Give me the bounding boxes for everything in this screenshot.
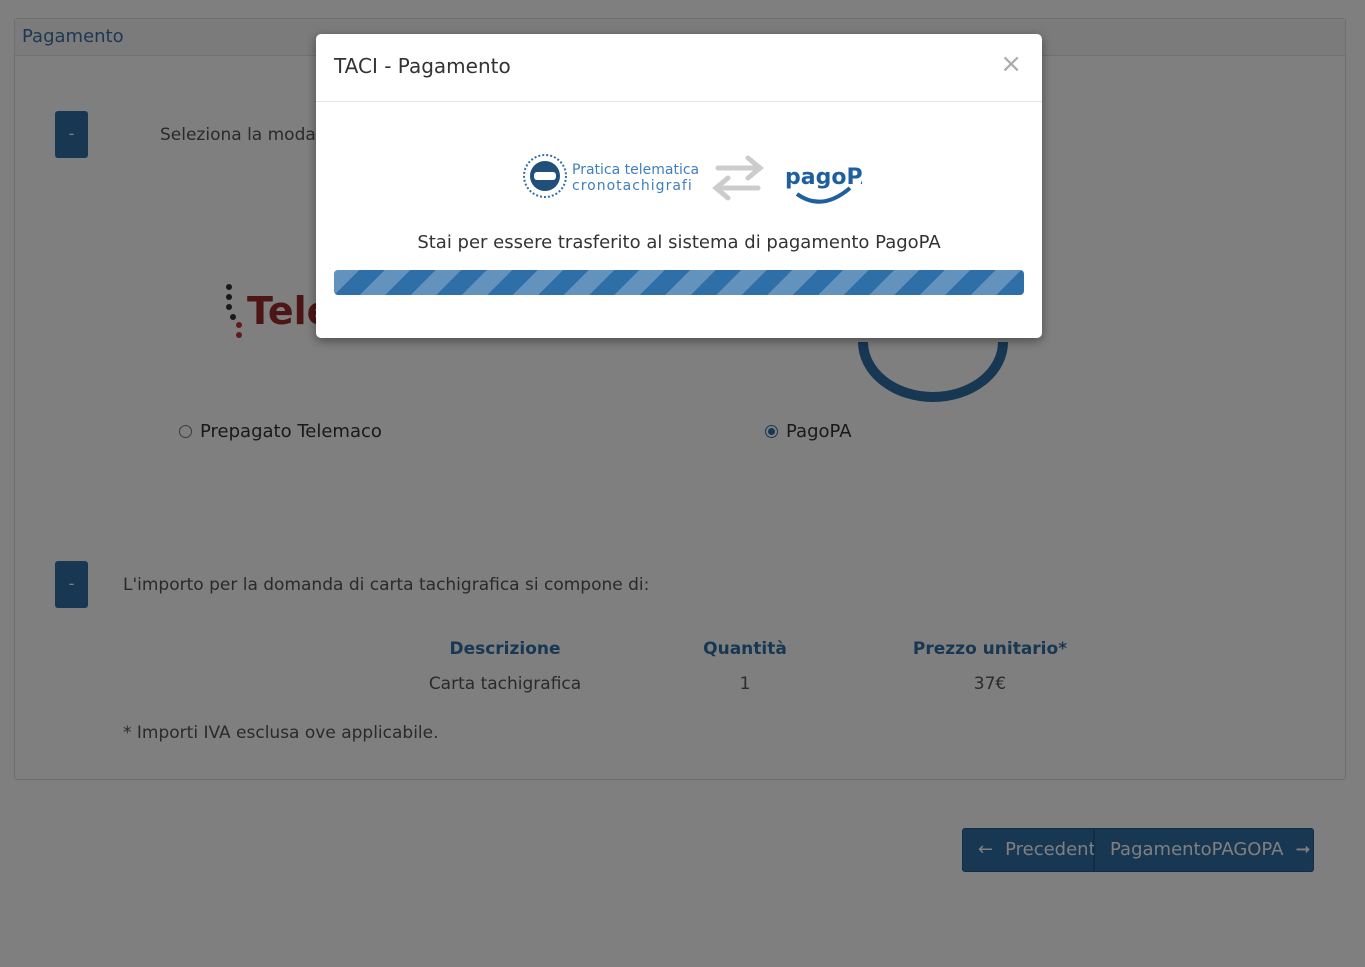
close-icon[interactable]: × <box>1000 49 1022 79</box>
progress-bar-fill <box>334 270 1024 295</box>
payment-modal: TACI - Pagamento × Pratica telematica cr… <box>316 34 1042 338</box>
pagopa-logo: pagoPA <box>785 165 862 190</box>
cronotachigrafi-logo-icon <box>523 154 567 198</box>
progress-bar <box>334 270 1024 295</box>
brand-line2: cronotachigrafi <box>572 178 693 194</box>
brand-logos: Pratica telematica cronotachigrafi pagoP… <box>523 154 862 204</box>
pagopa-swoosh-icon <box>795 186 852 204</box>
modal-header: TACI - Pagamento × <box>316 34 1042 102</box>
swap-arrows-icon <box>712 155 764 201</box>
redirect-message: Stai per essere trasferito al sistema di… <box>417 232 941 253</box>
brand-line1: Pratica telematica <box>572 162 699 178</box>
modal-title: TACI - Pagamento <box>334 54 511 78</box>
